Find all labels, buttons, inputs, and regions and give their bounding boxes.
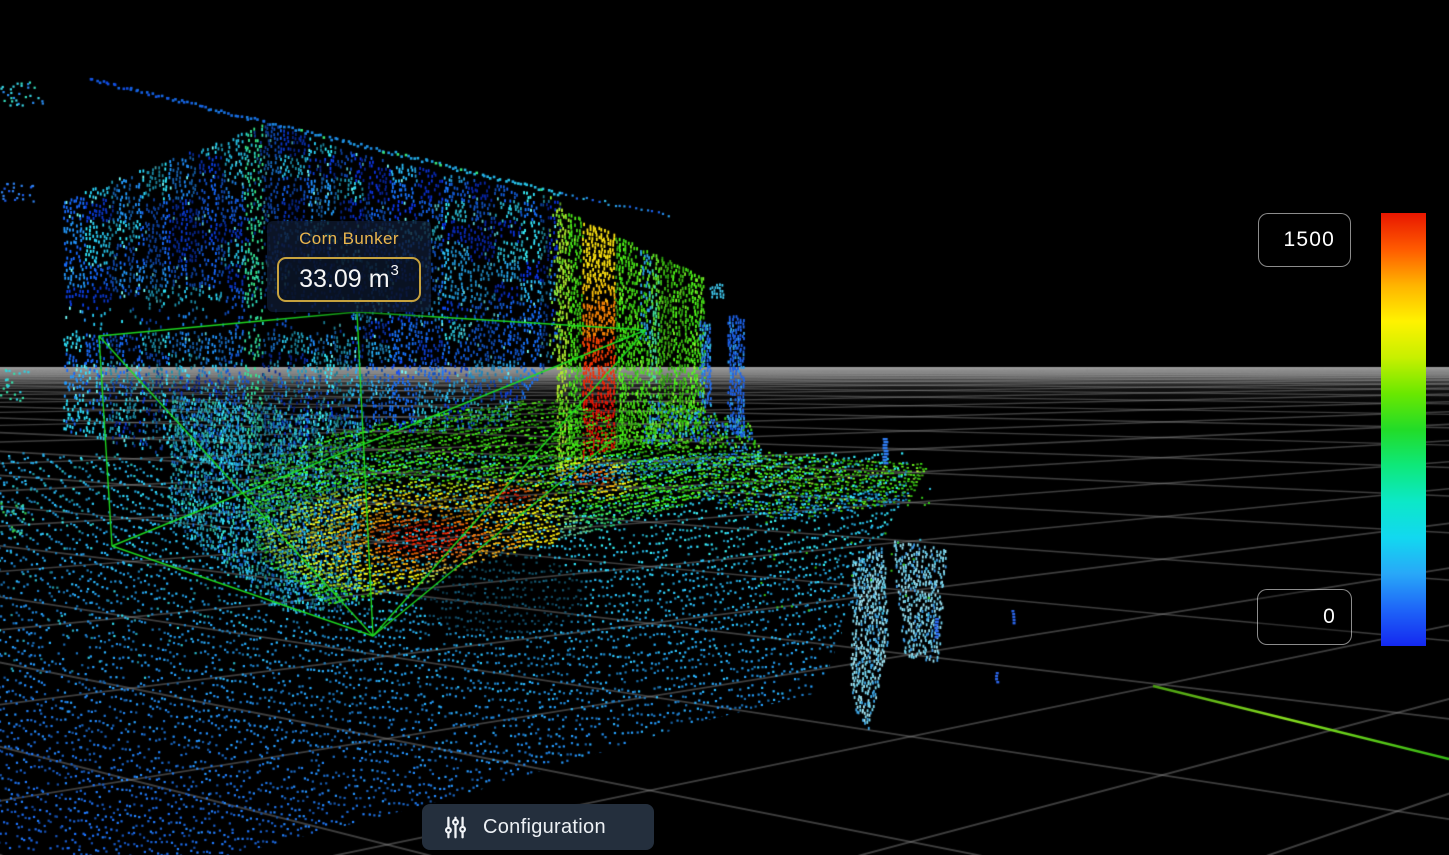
sliders-icon (444, 815, 467, 840)
volume-value-box: 33.09 m 3 (277, 257, 421, 302)
volume-unit: m (369, 265, 390, 294)
volume-value: 33.09 (299, 265, 362, 294)
scale-max-field[interactable]: 1500 (1258, 213, 1351, 267)
configuration-label: Configuration (483, 816, 606, 839)
volume-unit-exponent: 3 (391, 262, 399, 279)
scale-min-value: 0 (1323, 605, 1336, 629)
height-colorbar (1381, 213, 1426, 646)
configuration-button[interactable]: Configuration (422, 804, 654, 850)
volume-tooltip: Corn Bunker 33.09 m 3 (267, 221, 431, 312)
scale-min-field[interactable]: 0 (1257, 589, 1352, 645)
scale-max-value: 1500 (1283, 228, 1335, 252)
pointcloud-app: Corn Bunker 33.09 m 3 1500 0 Configurati… (0, 0, 1449, 855)
pointcloud-viewport[interactable] (0, 0, 1449, 855)
tooltip-title: Corn Bunker (277, 229, 421, 249)
